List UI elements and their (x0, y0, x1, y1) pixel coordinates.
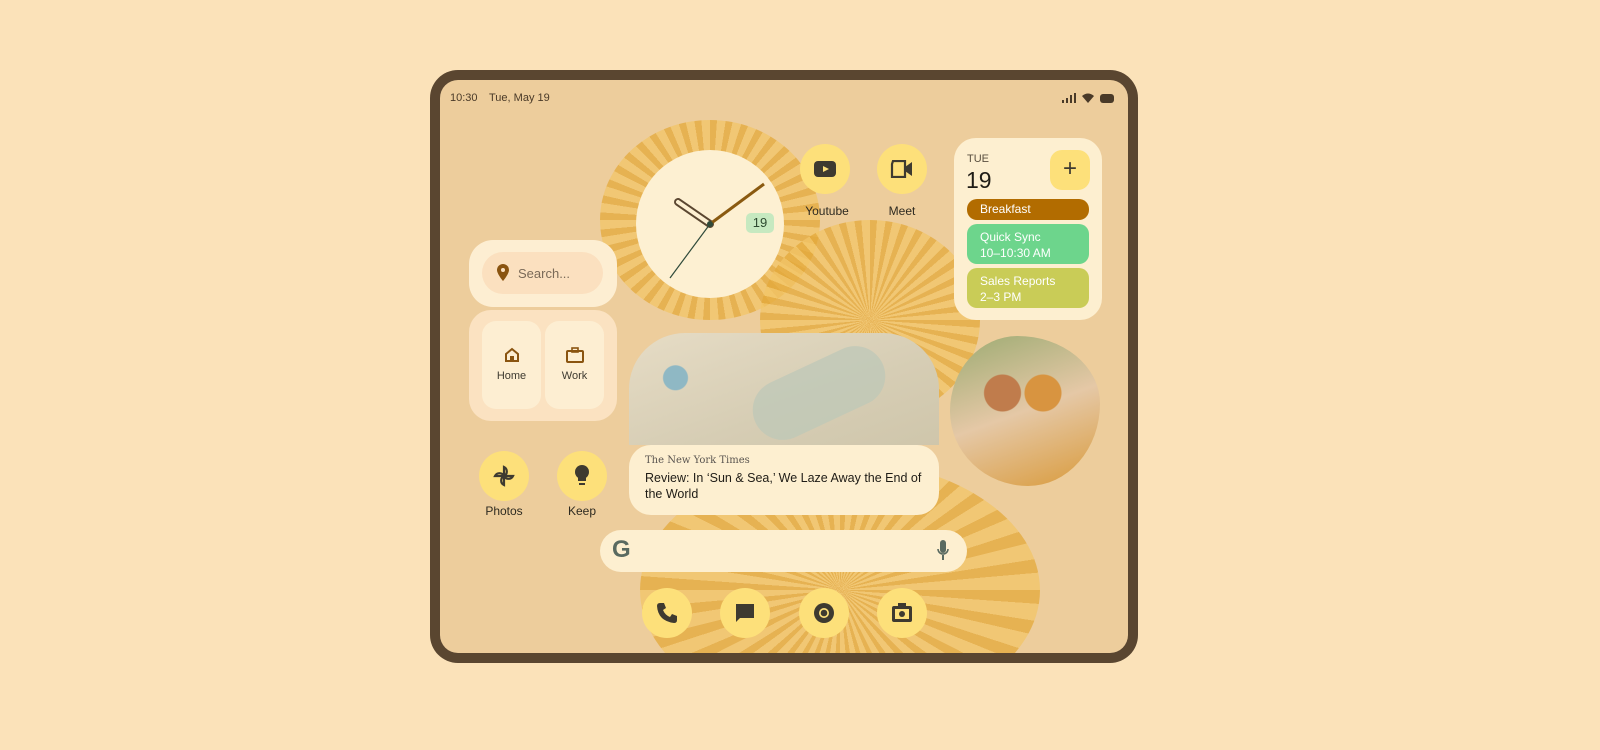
work-label: Work (561, 370, 588, 382)
microphone-icon[interactable] (937, 540, 949, 562)
add-event-button[interactable]: + (1050, 150, 1090, 190)
phone-app[interactable] (642, 588, 692, 638)
phone-icon (657, 603, 677, 623)
briefcase-icon (565, 347, 584, 363)
home-label: Home (496, 370, 527, 382)
maps-search-input[interactable]: Search... (482, 252, 603, 294)
home-shortcut[interactable]: Home (482, 321, 541, 409)
home-icon (504, 347, 519, 362)
event-breakfast[interactable]: Breakfast (967, 199, 1089, 220)
camera-app[interactable] (877, 588, 927, 638)
clock-widget[interactable]: 19 (636, 150, 784, 298)
battery-icon (1100, 93, 1114, 103)
event-sales-reports[interactable]: Sales Reports 2–3 PM (967, 268, 1089, 308)
pinwheel-icon (493, 465, 515, 487)
calendar-day: TUE (967, 153, 989, 165)
wifi-icon (1082, 93, 1094, 103)
messages-icon (736, 604, 754, 622)
keep-app[interactable] (557, 451, 607, 501)
youtube-app[interactable] (800, 144, 850, 194)
calendar-date: 19 (966, 167, 992, 193)
news-headline: Review: In ‘Sun & Sea,’ We Laze Away the… (645, 471, 922, 501)
event-time: 10–10:30 AM (980, 246, 1051, 260)
lightbulb-icon (575, 465, 589, 485)
keep-label: Keep (567, 504, 597, 518)
signal-icon (1062, 93, 1076, 103)
news-card[interactable]: The New York Times Review: In ‘Sun & Sea… (629, 445, 939, 515)
event-title: Sales Reports (980, 274, 1056, 288)
meet-label: Meet (888, 204, 916, 218)
youtube-icon (814, 161, 836, 177)
google-g-icon: G (612, 536, 631, 563)
google-search-bar[interactable]: G (600, 530, 967, 572)
status-date: Tue, May 19 (489, 92, 550, 104)
photos-label: Photos (485, 504, 523, 518)
chrome-app[interactable] (799, 588, 849, 638)
location-pin-icon (497, 264, 509, 281)
clock-date-badge: 19 (746, 213, 774, 233)
youtube-label: Youtube (805, 204, 849, 218)
camera-icon (892, 603, 912, 622)
meet-icon (890, 160, 912, 178)
photos-app[interactable] (479, 451, 529, 501)
status-time: 10:30 (450, 92, 478, 104)
event-time: 2–3 PM (980, 290, 1022, 304)
beach-figures (742, 336, 896, 445)
event-title: Breakfast (980, 202, 1031, 216)
news-source: The New York Times (645, 455, 750, 466)
chrome-icon (814, 603, 834, 623)
messages-app[interactable] (720, 588, 770, 638)
news-image[interactable] (629, 333, 939, 445)
event-title: Quick Sync (980, 230, 1041, 244)
event-quick-sync[interactable]: Quick Sync 10–10:30 AM (967, 224, 1089, 264)
work-shortcut[interactable]: Work (545, 321, 604, 409)
search-placeholder: Search... (518, 265, 571, 281)
meet-app[interactable] (877, 144, 927, 194)
